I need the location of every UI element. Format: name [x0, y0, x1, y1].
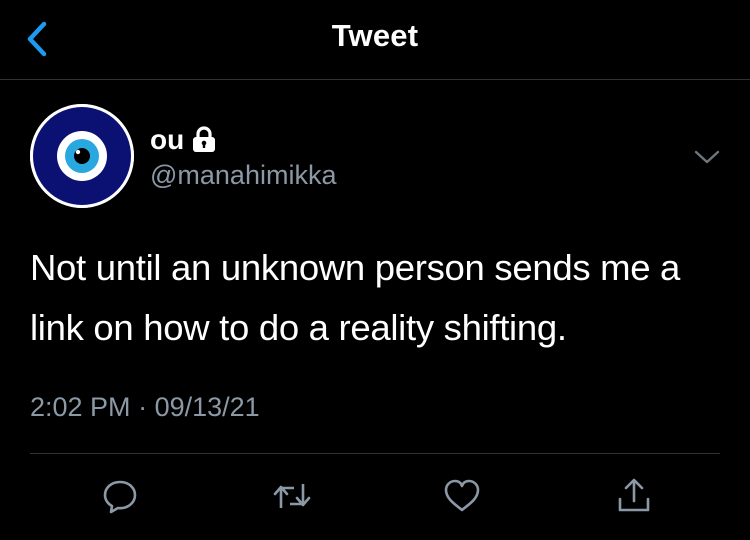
reply-button[interactable] [98, 474, 142, 518]
author-name-row: ou [150, 122, 217, 158]
meta-separator: · [138, 392, 148, 422]
lock-icon [191, 126, 217, 154]
display-name[interactable]: ou [150, 124, 184, 156]
page-title: Tweet [331, 18, 419, 53]
share-button[interactable] [612, 474, 656, 518]
heart-icon [444, 479, 480, 512]
divider [30, 453, 720, 454]
tweet-time: 2:02 PM [30, 392, 131, 422]
avatar[interactable] [30, 104, 134, 208]
more-options-button[interactable] [690, 140, 724, 174]
tweet-date: 09/13/21 [154, 392, 260, 422]
evil-eye-icon [30, 104, 134, 208]
share-icon [618, 478, 650, 512]
user-handle[interactable]: @manahimikka [150, 160, 336, 191]
retweet-button[interactable] [270, 474, 314, 518]
chevron-down-icon [694, 150, 720, 164]
tweet-text: Not until an unknown person sends me a l… [30, 247, 681, 348]
top-bar: Tweet [0, 0, 750, 80]
reply-icon [103, 480, 137, 514]
retweet-icon [273, 484, 311, 508]
tweet-timestamp: 2:02 PM · 09/13/21 [30, 392, 260, 423]
like-button[interactable] [440, 474, 484, 518]
